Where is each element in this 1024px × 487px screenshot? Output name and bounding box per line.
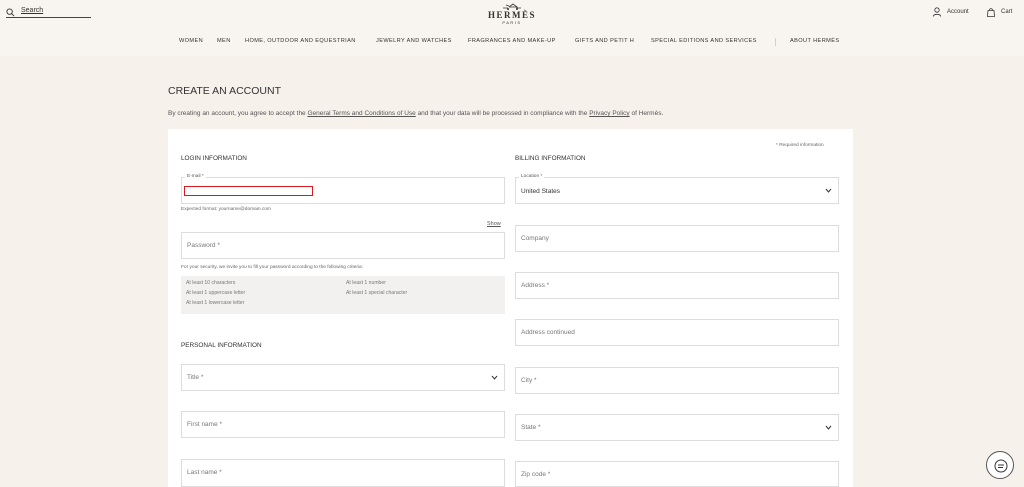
- nav-item-fragrances-makeup[interactable]: FRAGRANCES AND MAKE-UP: [468, 38, 556, 44]
- terms-link[interactable]: General Terms and Conditions of Use: [307, 110, 415, 117]
- first-name-placeholder: First name *: [187, 421, 223, 428]
- criterion-number: At least 1 number: [346, 280, 386, 286]
- password-criteria-box: At least 10 characters At least 1 upperc…: [181, 276, 505, 314]
- first-name-field[interactable]: First name *: [181, 411, 505, 438]
- company-placeholder: Company: [521, 235, 549, 242]
- city-placeholder: City *: [521, 377, 537, 384]
- address-placeholder: Address *: [521, 282, 550, 289]
- page-title: CREATE AN ACCOUNT: [168, 85, 281, 97]
- nav-divider: [775, 38, 776, 46]
- chevron-down-icon: [825, 425, 832, 430]
- location-label: Location *: [519, 174, 545, 179]
- search-input[interactable]: Search: [21, 7, 43, 14]
- account-form-card: * Required information LOGIN INFORMATION…: [168, 129, 853, 487]
- nav-item-special-editions-services[interactable]: SPECIAL EDITIONS AND SERVICES: [651, 38, 757, 44]
- account-label: Account: [947, 9, 969, 15]
- criterion-uppercase: At least 1 uppercase letter: [186, 290, 246, 296]
- intro-text-start: By creating an account, you agree to acc…: [168, 110, 308, 117]
- last-name-placeholder: Last name *: [187, 469, 222, 476]
- address-field[interactable]: Address *: [515, 272, 839, 299]
- zip-code-placeholder: Zip code *: [521, 471, 551, 478]
- password-criteria-intro: For your security, we invite you to fill…: [181, 265, 364, 270]
- required-information-note: * Required information: [776, 143, 824, 148]
- logo-name: HERMÈS: [487, 10, 536, 20]
- privacy-policy-link[interactable]: Privacy Policy: [589, 110, 629, 117]
- location-select[interactable]: Location * United States: [515, 174, 839, 204]
- chat-button[interactable]: [986, 451, 1014, 479]
- personal-information-heading: PERSONAL INFORMATION: [181, 342, 262, 349]
- account-icon: [932, 7, 942, 17]
- billing-information-heading: BILLING INFORMATION: [515, 155, 586, 162]
- chat-icon: [994, 459, 1008, 473]
- cart-icon: [987, 8, 995, 17]
- criterion-10-characters: At least 10 characters: [186, 280, 236, 286]
- last-name-field[interactable]: Last name *: [181, 459, 505, 487]
- logo-city: PARIS: [502, 20, 522, 25]
- search-icon: [6, 8, 15, 17]
- show-password-link[interactable]: Show: [487, 221, 501, 227]
- chevron-down-icon: [825, 188, 832, 193]
- nav-item-gifts-petit-h[interactable]: GIFTS AND PETIT H: [575, 38, 634, 44]
- password-field[interactable]: Password *: [181, 232, 505, 259]
- email-label: E-mail *: [185, 174, 206, 179]
- city-field[interactable]: City *: [515, 367, 839, 394]
- nav-item-jewelry-watches[interactable]: JEWELRY AND WATCHES: [376, 38, 452, 44]
- cart-button[interactable]: Cart: [986, 6, 1012, 18]
- criterion-lowercase: At least 1 lowercase letter: [186, 300, 245, 306]
- title-select[interactable]: Title *: [181, 364, 505, 391]
- cart-label: Cart: [1001, 9, 1013, 15]
- intro-text-end: of Hermès.: [629, 110, 664, 117]
- email-validation-highlight: [184, 186, 313, 196]
- title-placeholder: Title *: [187, 374, 204, 381]
- password-placeholder: Password *: [187, 242, 220, 249]
- email-format-hint: Expected format: yourname@domain.com: [181, 207, 271, 212]
- account-button[interactable]: Account: [932, 6, 969, 18]
- account-terms-text: By creating an account, you agree to acc…: [168, 110, 663, 117]
- hermes-logo[interactable]: HERMÈS PARIS: [486, 0, 538, 28]
- search-bar[interactable]: Search: [6, 7, 91, 18]
- state-placeholder: State *: [521, 424, 541, 431]
- intro-text-middle: and that your data will be processed in …: [415, 110, 590, 117]
- nav-item-about-hermes[interactable]: ABOUT HERMÈS: [790, 38, 839, 44]
- login-information-heading: LOGIN INFORMATION: [181, 155, 247, 162]
- site-header: Search HERMÈS PARIS Account Cart WOMEN M…: [0, 0, 1024, 56]
- chevron-down-icon: [491, 375, 498, 380]
- address-continued-placeholder: Address continued: [521, 329, 575, 336]
- main-navigation: WOMEN MEN HOME, OUTDOOR AND EQUESTRIAN J…: [0, 38, 1024, 48]
- zip-code-field[interactable]: Zip code *: [515, 461, 839, 487]
- address-continued-field[interactable]: Address continued: [515, 319, 839, 346]
- company-field[interactable]: Company: [515, 225, 839, 252]
- criterion-special-character: At least 1 special character: [346, 290, 408, 296]
- location-value: United States: [521, 188, 561, 195]
- nav-item-women[interactable]: WOMEN: [179, 38, 203, 44]
- logo-carriage-icon: [503, 3, 521, 10]
- nav-item-men[interactable]: MEN: [217, 38, 231, 44]
- state-select[interactable]: State *: [515, 414, 839, 441]
- nav-item-home-outdoor-equestrian[interactable]: HOME, OUTDOOR AND EQUESTRIAN: [245, 38, 356, 44]
